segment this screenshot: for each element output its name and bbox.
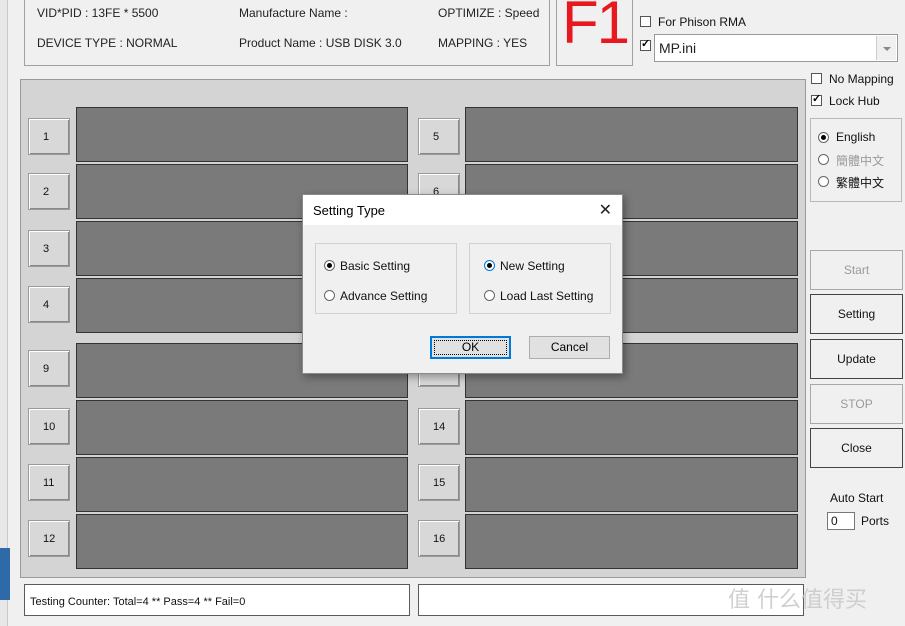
port-number: 5 [433, 131, 440, 143]
focus-ring [434, 340, 507, 355]
ini-file-checkbox[interactable] [640, 37, 651, 51]
load-last-setting-radio[interactable] [484, 290, 495, 301]
window-left-edge [0, 0, 8, 626]
new-setting-radio[interactable] [484, 260, 495, 271]
testing-counter-text: Testing Counter: Total=4 ** Pass=4 ** Fa… [30, 596, 246, 608]
port-button[interactable]: 12 [28, 520, 70, 557]
manufacture-name-text: Manufacture Name : [239, 6, 348, 20]
advance-setting-radio[interactable] [324, 290, 335, 301]
auto-start-ports-input[interactable]: 0 [827, 512, 855, 530]
port-progress-bar [76, 514, 408, 569]
port-number: 2 [43, 186, 50, 198]
advance-setting-label: Advance Setting [340, 289, 428, 303]
port-button[interactable]: 10 [28, 408, 70, 445]
new-setting-label: New Setting [500, 259, 565, 273]
port-number: 9 [43, 363, 50, 375]
testing-counter-box: Testing Counter: Total=4 ** Pass=4 ** Fa… [24, 584, 410, 616]
controller-label: F1 [562, 0, 630, 56]
basic-setting-label: Basic Setting [340, 259, 411, 273]
update-button[interactable]: Update [810, 339, 903, 379]
port-number: 14 [433, 421, 446, 433]
port-number: 15 [433, 477, 446, 489]
chevron-down-icon[interactable] [876, 36, 896, 60]
port-button[interactable]: 1 [28, 118, 70, 155]
language-radio-english[interactable] [818, 132, 829, 143]
port-number: 12 [43, 533, 56, 545]
product-name-text: Product Name : USB DISK 3.0 [239, 36, 402, 50]
language-label-traditional: 繁體中文 [836, 176, 885, 190]
controller-label-box: F1 [556, 0, 633, 66]
port-number: 4 [43, 299, 50, 311]
port-button[interactable]: 3 [28, 230, 70, 267]
port-button[interactable]: 9 [28, 350, 70, 387]
setting-button[interactable]: Setting [810, 294, 903, 334]
ini-file-value: MP.ini [659, 40, 697, 56]
port-number: 10 [43, 421, 56, 433]
setting-type-dialog: Setting Type ✕ Basic Setting Advance Set… [302, 194, 623, 374]
device-type-text: DEVICE TYPE : NORMAL [37, 36, 178, 50]
close-icon[interactable]: ✕ [599, 200, 612, 220]
stop-button[interactable]: STOP [810, 384, 903, 424]
ini-file-combobox[interactable]: MP.ini [654, 34, 898, 62]
dialog-title: Setting Type [313, 203, 386, 218]
auto-start-ports-unit: Ports [861, 514, 890, 528]
port-progress-bar [465, 107, 798, 162]
port-button[interactable]: 2 [28, 173, 70, 210]
optimize-text: OPTIMIZE : Speed [438, 6, 540, 20]
language-radio-simplified[interactable] [818, 154, 829, 165]
vid-pid-text: VID*PID : 13FE * 5500 [37, 6, 159, 20]
language-label-english: English [836, 130, 876, 144]
dialog-title-bar: Setting Type ✕ [303, 195, 622, 225]
port-progress-bar [76, 400, 408, 455]
auto-start-label: Auto Start [830, 491, 884, 505]
language-label-simplified: 簡體中文 [836, 154, 885, 168]
port-progress-bar [465, 457, 798, 512]
ok-button[interactable]: OK [430, 336, 511, 359]
port-button[interactable]: 5 [418, 118, 460, 155]
mapping-text: MAPPING : YES [438, 36, 528, 50]
port-button[interactable]: 14 [418, 408, 460, 445]
port-button[interactable]: 4 [28, 286, 70, 323]
port-progress-bar [76, 457, 408, 512]
basic-setting-radio[interactable] [324, 260, 335, 271]
start-button[interactable]: Start [810, 250, 903, 290]
for-phison-rma-label: For Phison RMA [658, 15, 747, 29]
port-progress-bar [465, 400, 798, 455]
port-number: 3 [43, 243, 50, 255]
no-mapping-checkbox[interactable] [811, 73, 822, 84]
setting-source-group [469, 243, 611, 314]
port-progress-bar [76, 107, 408, 162]
port-number: 11 [43, 477, 55, 489]
watermark: 值 什么值得买 [728, 588, 867, 613]
port-number: 1 [43, 131, 50, 143]
lock-hub-label: Lock Hub [829, 94, 880, 108]
no-mapping-label: No Mapping [829, 72, 894, 86]
port-button[interactable]: 16 [418, 520, 460, 557]
port-button[interactable]: 15 [418, 464, 460, 501]
setting-mode-group [315, 243, 457, 314]
port-progress-bar [465, 514, 798, 569]
background-window-fragment [0, 548, 10, 600]
lock-hub-checkbox[interactable] [811, 92, 822, 106]
close-button[interactable]: Close [810, 428, 903, 468]
device-info-panel: VID*PID : 13FE * 5500 DEVICE TYPE : NORM… [24, 0, 550, 66]
load-last-setting-label: Load Last Setting [500, 289, 594, 303]
port-number: 16 [433, 533, 446, 545]
for-phison-rma-checkbox[interactable] [640, 16, 651, 27]
cancel-button[interactable]: Cancel [529, 336, 610, 359]
language-radio-traditional[interactable] [818, 176, 829, 187]
port-button[interactable]: 11 [28, 464, 70, 501]
